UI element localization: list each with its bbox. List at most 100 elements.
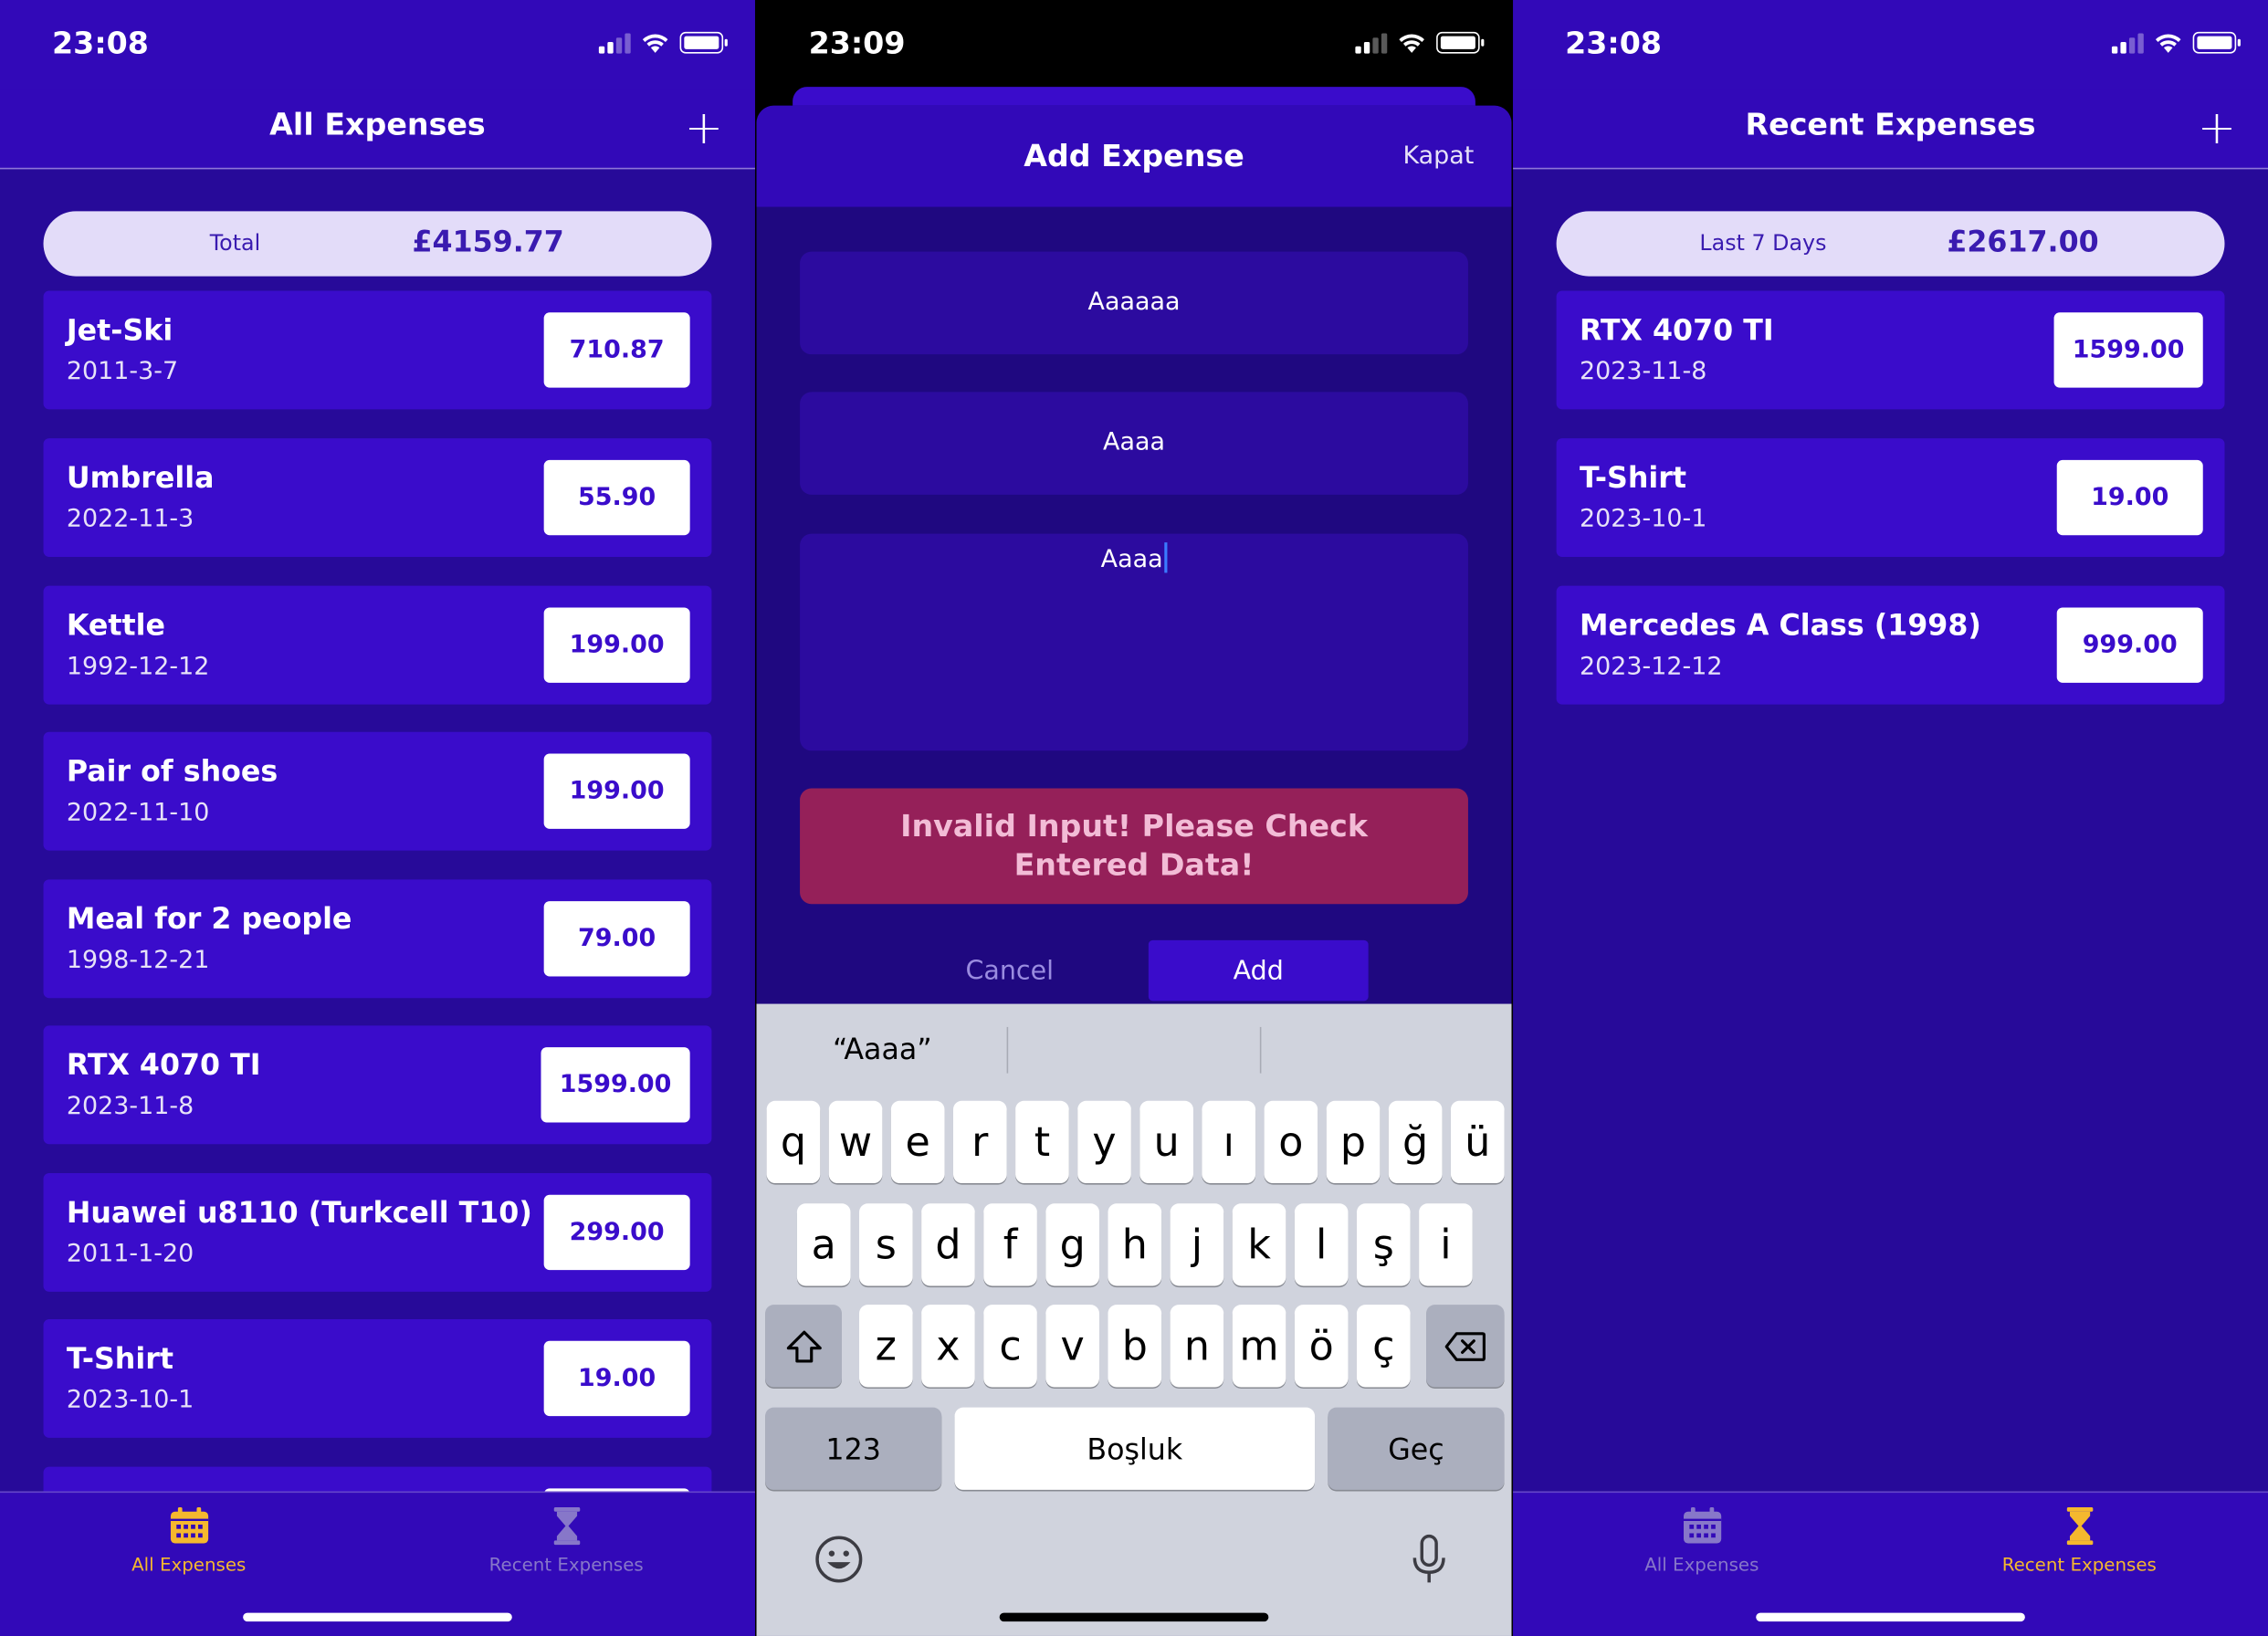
battery-icon <box>2192 31 2241 54</box>
sheet-title: Add Expense <box>1024 139 1244 174</box>
divider <box>1259 1026 1262 1074</box>
close-button[interactable]: Kapat <box>1402 142 1474 171</box>
microphone-icon[interactable] <box>1401 1530 1458 1588</box>
nav-bar: All Expenses + <box>0 89 755 170</box>
key-g-breve[interactable]: ğ <box>1388 1100 1443 1184</box>
summary-value: £4159.77 <box>412 224 564 259</box>
key-o[interactable]: o <box>1264 1100 1318 1184</box>
key-y[interactable]: y <box>1077 1100 1131 1184</box>
key-f[interactable]: f <box>983 1203 1037 1286</box>
key-v[interactable]: v <box>1045 1305 1099 1388</box>
key-u[interactable]: u <box>1139 1100 1193 1184</box>
key-dotless-i[interactable]: ı <box>1202 1100 1256 1184</box>
expense-row[interactable]: T-Shirt 2023-10-1 19.00 <box>43 1318 712 1438</box>
expense-date: 2023-10-1 <box>1579 504 1707 534</box>
shift-key[interactable] <box>765 1305 843 1388</box>
tab-recent-expenses[interactable]: Recent Expenses <box>1891 1505 2268 1576</box>
expense-name: Umbrella <box>66 459 215 495</box>
key-t[interactable]: t <box>1015 1100 1069 1184</box>
expense-name: T-Shirt <box>1579 459 1687 495</box>
expense-row[interactable]: T-Shirt 2023-10-1 19.00 <box>1556 438 2225 557</box>
expense-date: 2023-10-1 <box>66 1385 194 1415</box>
expense-date: 2022-11-10 <box>66 798 210 828</box>
expense-name: Kettle <box>66 607 166 643</box>
key-z[interactable]: z <box>859 1305 913 1388</box>
add-button[interactable]: Add <box>1148 939 1369 1002</box>
expense-name: Jet-Ski <box>66 312 173 348</box>
home-indicator <box>1756 1612 2025 1622</box>
numbers-key[interactable]: 123 <box>765 1407 942 1490</box>
key-p[interactable]: p <box>1326 1100 1381 1184</box>
calendar-icon <box>1683 1506 1721 1544</box>
cancel-button[interactable]: Cancel <box>930 940 1089 1002</box>
key-k[interactable]: k <box>1232 1203 1286 1286</box>
key-h[interactable]: h <box>1108 1203 1162 1286</box>
tab-label: All Expenses <box>131 1553 247 1576</box>
tab-all-expenses[interactable]: All Expenses <box>0 1505 377 1576</box>
space-key[interactable]: Boşluk <box>954 1407 1316 1490</box>
key-q[interactable]: q <box>766 1100 821 1184</box>
key-j[interactable]: j <box>1170 1203 1224 1286</box>
wifi-icon <box>642 34 668 53</box>
name-field[interactable]: Aaaaaa <box>800 251 1468 355</box>
last-7-days-summary: Last 7 Days £2617.00 <box>1556 211 2225 277</box>
tab-label: Recent Expenses <box>2001 1553 2157 1576</box>
key-n[interactable]: n <box>1170 1305 1224 1388</box>
expense-row[interactable]: Kettle 1992-12-12 199.00 <box>43 585 712 705</box>
key-o-umlaut[interactable]: ö <box>1294 1305 1349 1388</box>
key-c[interactable]: c <box>983 1305 1037 1388</box>
expense-row[interactable]: Mercedes A Class (1998) 2023-12-12 999.0… <box>1556 585 2225 705</box>
expense-name: RTX 4070 TI <box>66 1047 261 1083</box>
tab-all-expenses[interactable]: All Expenses <box>1513 1505 1890 1575</box>
expense-row[interactable]: Meal for 2 people 1998-12-21 79.00 <box>43 879 712 999</box>
expense-name: RTX 4070 TI <box>1579 312 1774 348</box>
battery-icon <box>679 31 728 54</box>
sheet-header: Add Expense Kapat <box>756 105 1512 207</box>
key-l[interactable]: l <box>1294 1203 1349 1286</box>
expense-row[interactable]: Umbrella 2022-11-3 55.90 <box>43 438 712 557</box>
key-g[interactable]: g <box>1045 1203 1099 1286</box>
expense-name: Huawei u8110 (Turkcell T10) <box>66 1194 532 1230</box>
key-s-cedilla[interactable]: ş <box>1356 1203 1411 1286</box>
expense-date: 2022-11-3 <box>66 504 194 534</box>
key-d[interactable]: d <box>921 1203 975 1286</box>
add-expense-button[interactable]: + <box>2198 96 2236 160</box>
status-time: 23:08 <box>52 26 149 61</box>
status-icons <box>1355 31 1485 54</box>
expense-amount: 299.00 <box>543 1194 690 1271</box>
expense-amount: 199.00 <box>543 753 690 829</box>
key-u-umlaut[interactable]: ü <box>1450 1100 1505 1184</box>
emoji-icon[interactable] <box>810 1530 867 1588</box>
expense-row[interactable]: RTX 4070 TI 2023-11-8 1599.00 <box>1556 290 2225 410</box>
suggestion-item[interactable]: “Aaaa” <box>757 1004 1009 1094</box>
total-summary: Total £4159.77 <box>43 211 712 277</box>
key-c-cedilla[interactable]: ç <box>1356 1305 1411 1388</box>
expense-row[interactable]: Pair of shoes 2022-11-10 199.00 <box>43 731 712 851</box>
key-m[interactable]: m <box>1232 1305 1286 1388</box>
page-title: All Expenses <box>269 107 486 142</box>
add-expense-button[interactable]: + <box>685 96 723 160</box>
key-e[interactable]: e <box>890 1100 945 1184</box>
key-a[interactable]: a <box>796 1203 851 1286</box>
status-bar: 23:08 <box>0 0 755 89</box>
delete-key[interactable] <box>1426 1305 1505 1388</box>
wifi-icon <box>1399 34 1424 53</box>
date-field[interactable]: Aaaa <box>800 533 1468 751</box>
expense-row[interactable]: Jet-Ski 2011-3-7 710.87 <box>43 290 712 410</box>
calendar-icon <box>170 1506 208 1544</box>
return-key[interactable]: Geç <box>1328 1407 1505 1490</box>
tab-recent-expenses[interactable]: Recent Expenses <box>377 1505 754 1575</box>
key-b[interactable]: b <box>1108 1305 1162 1388</box>
expense-amount: 710.87 <box>543 312 690 388</box>
amount-field[interactable]: Aaaa <box>800 392 1468 495</box>
key-x[interactable]: x <box>921 1305 975 1388</box>
key-w[interactable]: w <box>828 1100 883 1184</box>
key-i[interactable]: i <box>1419 1203 1473 1286</box>
all-expenses-screen: 23:08 All Expenses + Total £4159.77 Jet-… <box>0 0 755 1636</box>
expense-row[interactable]: Huawei u8110 (Turkcell T10) 2011-1-20 29… <box>43 1172 712 1292</box>
expense-row[interactable]: RTX 4070 TI 2023-11-8 1599.00 <box>43 1025 712 1145</box>
key-r[interactable]: r <box>952 1100 1007 1184</box>
key-s[interactable]: s <box>859 1203 913 1286</box>
divider <box>1006 1026 1009 1074</box>
expense-date: 2011-1-20 <box>66 1239 194 1269</box>
